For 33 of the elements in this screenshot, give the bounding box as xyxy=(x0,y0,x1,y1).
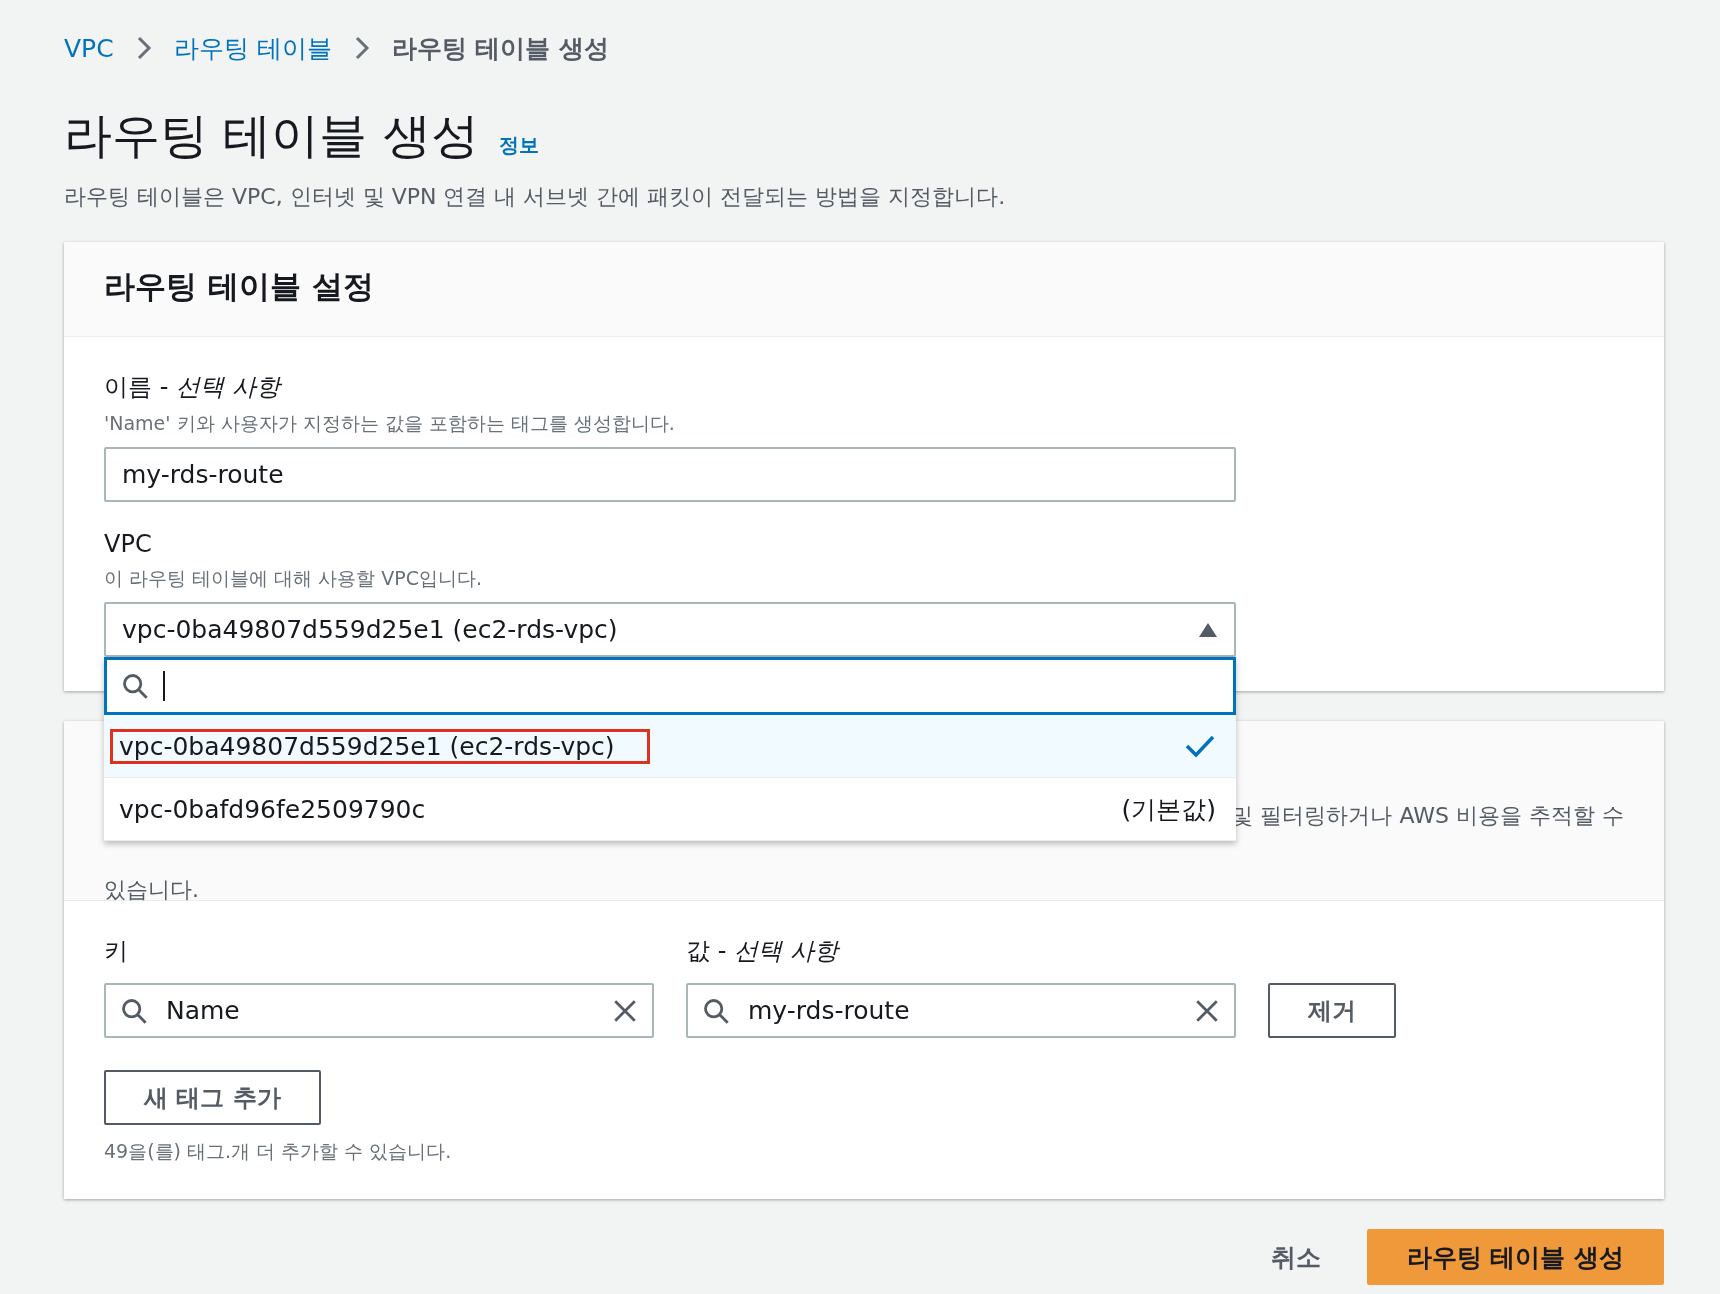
search-field[interactable] xyxy=(104,657,1236,715)
search-icon xyxy=(120,996,148,1025)
tag-limit-text: 49을(를) 태그.개 더 추가할 수 있습니다. xyxy=(104,1139,453,1164)
search-icon xyxy=(702,996,730,1025)
name-input-field[interactable]: my-rds-route xyxy=(104,447,1236,502)
key-input-field[interactable]: Name xyxy=(104,983,654,1038)
field-label: 이름 - 선택 사항 xyxy=(104,372,283,403)
cancel-button[interactable]: 취소 xyxy=(1264,1239,1327,1275)
chevron-right-icon xyxy=(353,35,370,61)
remove-button[interactable]: 제거 xyxy=(1268,983,1396,1038)
field-label: 키 xyxy=(104,936,129,967)
dropdown-option[interactable]: vpc-0ba49807d559d25e1 (ec2-rds-vpc) xyxy=(104,715,1236,778)
page-description: 라우팅 테이블은 VPC, 인터넷 및 VPN 연결 내 서브넷 간에 패킷이 전달되는 방법을 지정합니다. xyxy=(64,183,1007,211)
page-title: 라우팅 테이블 생성 xyxy=(64,106,479,165)
panel-title: 라우팅 테이블 설정 xyxy=(104,267,375,306)
caret-icon xyxy=(1198,621,1218,638)
breadcrumb-link[interactable]: 라우팅 테이블 xyxy=(173,31,332,65)
search-icon xyxy=(121,672,149,700)
tags-description: 있습니다. xyxy=(104,876,199,904)
dropdown-option[interactable]: vpc-0bafd96fe2509790c (기본값) xyxy=(104,778,1236,841)
vpc-select[interactable]: vpc-0ba49807d559d25e1 (ec2-rds-vpc) xyxy=(104,602,1236,657)
breadcrumb-current: 라우팅 테이블 생성 xyxy=(391,32,609,65)
field-label: 값 - 선택 사항 xyxy=(686,936,841,967)
breadcrumb-link[interactable]: VPC xyxy=(64,33,114,63)
field-label: VPC xyxy=(104,530,153,558)
add-tag-button[interactable]: 새 태그 추가 xyxy=(104,1070,321,1125)
value-input-field[interactable]: my-rds-route xyxy=(686,983,1236,1038)
info-link[interactable]: 정보 xyxy=(498,132,539,159)
check-icon xyxy=(1184,734,1216,758)
create-button[interactable]: 라우팅 테이블 생성 xyxy=(1366,1229,1664,1285)
field-hint: 'Name' 키와 사용자가 지정하는 값을 포함하는 태그를 생성합니다. xyxy=(104,411,676,436)
chevron-right-icon xyxy=(135,35,152,61)
field-hint: 이 라우팅 테이블에 대해 사용할 VPC입니다. xyxy=(104,566,483,591)
